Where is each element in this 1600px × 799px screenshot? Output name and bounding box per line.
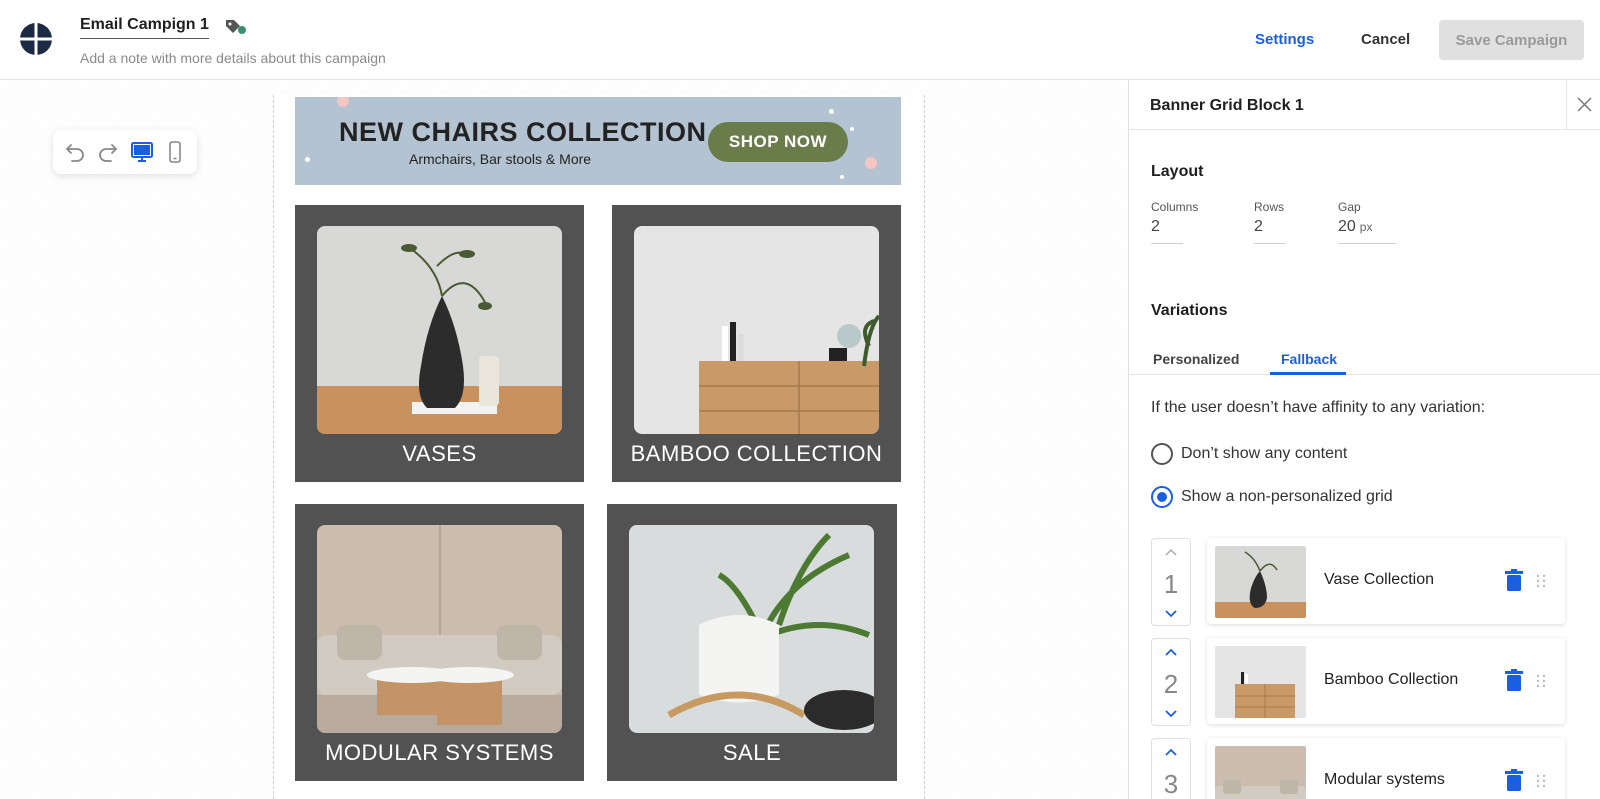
sale-image bbox=[629, 525, 874, 733]
properties-panel: Banner Grid Block 1 Layout Columns 2 Row… bbox=[1128, 80, 1600, 799]
hero-title: NEW CHAIRS COLLECTION bbox=[339, 117, 707, 147]
drag-handle-icon[interactable] bbox=[1536, 774, 1546, 788]
radio-non-personalized[interactable]: Show a non-personalized grid bbox=[1151, 486, 1393, 508]
grid-tile-sale[interactable]: SALE bbox=[607, 504, 897, 781]
layout-heading: Layout bbox=[1151, 163, 1204, 180]
save-campaign-button[interactable]: Save Campaign bbox=[1439, 20, 1584, 60]
tag-icon[interactable] bbox=[224, 17, 248, 39]
hero-banner[interactable]: NEW CHAIRS COLLECTION Armchairs, Bar sto… bbox=[295, 97, 901, 185]
vase-image bbox=[317, 226, 562, 434]
variations-heading: Variations bbox=[1151, 302, 1228, 319]
item-name: Modular systems bbox=[1324, 771, 1445, 788]
active-tab-indicator bbox=[1270, 372, 1346, 375]
tile-label: MODULAR SYSTEMS bbox=[325, 740, 554, 765]
modular-image bbox=[317, 525, 562, 733]
item-name: Vase Collection bbox=[1324, 571, 1434, 588]
gap-unit: px bbox=[1359, 220, 1373, 234]
shop-now-button[interactable]: SHOP NOW bbox=[708, 122, 848, 162]
desktop-icon[interactable] bbox=[130, 140, 154, 164]
grid-tile-modular[interactable]: MODULAR SYSTEMS bbox=[295, 504, 584, 781]
panel-title: Banner Grid Block 1 bbox=[1150, 97, 1304, 114]
radio-label: Don’t show any content bbox=[1181, 445, 1348, 462]
order-control: 2 bbox=[1151, 638, 1191, 726]
grid-tile-vases[interactable]: VASES bbox=[295, 205, 584, 482]
drag-handle-icon[interactable] bbox=[1536, 574, 1546, 588]
order-control: 3 bbox=[1151, 738, 1191, 799]
settings-button[interactable]: Settings bbox=[1255, 31, 1314, 48]
tab-personalized[interactable]: Personalized bbox=[1153, 351, 1239, 367]
trash-icon[interactable] bbox=[1505, 769, 1523, 791]
redo-icon[interactable] bbox=[96, 140, 120, 164]
hero-subtitle: Armchairs, Bar stools & More bbox=[409, 151, 592, 167]
canvas-toolbar bbox=[53, 130, 197, 174]
radio-label: Show a non-personalized grid bbox=[1181, 488, 1393, 505]
chevron-up-icon[interactable] bbox=[1164, 647, 1178, 657]
radio-no-content[interactable]: Don’t show any content bbox=[1151, 443, 1347, 465]
chevron-up-icon[interactable] bbox=[1164, 547, 1178, 557]
bamboo-image bbox=[634, 226, 879, 434]
order-number: 1 bbox=[1163, 569, 1179, 599]
item-name: Bamboo Collection bbox=[1324, 671, 1459, 688]
campaign-name-field[interactable]: Email Campign 1 bbox=[80, 16, 209, 39]
columns-label: Columns bbox=[1151, 200, 1199, 214]
radio-button[interactable] bbox=[1151, 443, 1173, 465]
mobile-icon[interactable] bbox=[163, 140, 187, 164]
grid-item-card[interactable]: Vase Collection bbox=[1207, 538, 1565, 624]
gap-label: Gap bbox=[1338, 200, 1361, 214]
cancel-button[interactable]: Cancel bbox=[1361, 31, 1410, 48]
chevron-down-icon[interactable] bbox=[1164, 609, 1178, 619]
campaign-note-field[interactable]: Add a note with more details about this … bbox=[80, 50, 386, 66]
order-number: 2 bbox=[1163, 669, 1179, 699]
tile-label: BAMBOO COLLECTION bbox=[630, 441, 883, 466]
grid-item-card[interactable]: Modular systems bbox=[1207, 738, 1565, 799]
radio-button-checked[interactable] bbox=[1151, 486, 1173, 508]
trash-icon[interactable] bbox=[1505, 569, 1523, 591]
tile-label: SALE bbox=[722, 740, 782, 765]
close-icon bbox=[1577, 97, 1592, 112]
close-panel-button[interactable] bbox=[1566, 80, 1600, 130]
item-thumbnail bbox=[1215, 546, 1306, 618]
tab-fallback[interactable]: Fallback bbox=[1281, 351, 1337, 367]
panel-header: Banner Grid Block 1 bbox=[1129, 80, 1600, 130]
top-header: Email Campign 1 Add a note with more det… bbox=[0, 0, 1600, 80]
grid-item-card[interactable]: Bamboo Collection bbox=[1207, 638, 1565, 724]
app-logo-icon bbox=[20, 23, 52, 55]
chevron-up-icon[interactable] bbox=[1164, 747, 1178, 757]
tile-label: VASES bbox=[402, 441, 477, 466]
item-thumbnail bbox=[1215, 746, 1306, 799]
columns-input[interactable]: 2 bbox=[1151, 218, 1183, 244]
gap-value: 20 bbox=[1338, 218, 1356, 235]
gap-input[interactable]: 20 px bbox=[1338, 218, 1396, 244]
order-control: 1 bbox=[1151, 538, 1191, 626]
fallback-description: If the user doesn’t have affinity to any… bbox=[1151, 399, 1486, 416]
grid-tile-bamboo[interactable]: BAMBOO COLLECTION bbox=[612, 205, 901, 482]
chevron-down-icon[interactable] bbox=[1164, 709, 1178, 719]
trash-icon[interactable] bbox=[1505, 669, 1523, 691]
order-number: 3 bbox=[1163, 769, 1179, 799]
undo-icon[interactable] bbox=[63, 140, 87, 164]
drag-handle-icon[interactable] bbox=[1536, 674, 1546, 688]
rows-label: Rows bbox=[1254, 200, 1285, 214]
rows-input[interactable]: 2 bbox=[1254, 218, 1286, 244]
item-thumbnail bbox=[1215, 646, 1306, 718]
